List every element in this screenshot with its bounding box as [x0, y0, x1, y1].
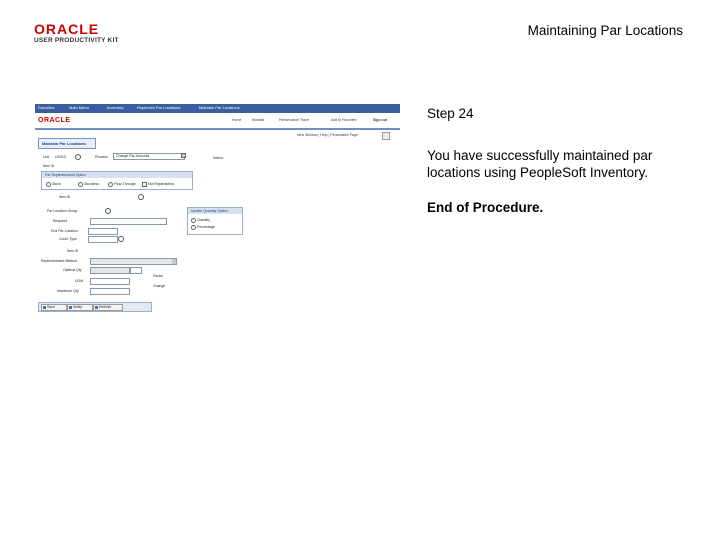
checkbox-not-replenished-label: Not Replenished	[148, 182, 174, 186]
factor-label: Factor	[153, 274, 163, 278]
par-location-group-search-icon[interactable]	[105, 208, 111, 214]
count-type-input[interactable]	[88, 236, 118, 243]
max-qty-input[interactable]	[90, 288, 130, 295]
unit-search-icon[interactable]	[75, 154, 81, 160]
process-label: Process	[95, 155, 108, 159]
refresh-button[interactable]: Refresh	[93, 304, 123, 311]
par-option-header: Par Replenishment Option	[45, 173, 87, 177]
optimal-qty-input[interactable]	[90, 267, 130, 274]
page-links[interactable]: New Window | Help | Personalize Page	[297, 133, 358, 137]
select-label: Select	[213, 156, 223, 160]
tab-maintain-par-locations[interactable]: Maintain Par Locations	[38, 138, 96, 149]
save-icon	[43, 306, 46, 309]
logo-brand: ORACLE	[34, 21, 100, 37]
update-option-header: Update Quantity Option	[191, 209, 228, 213]
item-id3-label: Item ID	[67, 249, 79, 253]
replenishment-method-label: Replenishment Method	[41, 259, 77, 263]
nav-maintain[interactable]: Maintain Par Locations	[199, 105, 240, 110]
process-value: Change Par Amounts	[116, 154, 150, 158]
required-input[interactable]	[90, 218, 167, 225]
required-label: Required	[53, 219, 68, 223]
optimal-qty-label: Optimal Qty	[63, 268, 82, 272]
button-bar: Save Notify Refresh	[38, 302, 152, 312]
uom-input[interactable]	[90, 278, 130, 285]
max-qty-label: Maximum Qty	[57, 289, 79, 293]
radio-percentage[interactable]	[191, 225, 196, 230]
chevron-down-icon	[172, 259, 176, 264]
radio-quantity-label: Quantity	[197, 218, 211, 222]
replenishment-method-select[interactable]	[90, 258, 177, 265]
unit-label: Unit	[43, 155, 50, 159]
document-title: Maintaining Par Locations	[527, 23, 683, 38]
radio-stockless-label: Stockless	[84, 182, 99, 186]
end-location-input[interactable]	[88, 228, 118, 235]
uom-label: UOM	[75, 279, 84, 283]
nav-inventory[interactable]: Inventory	[107, 105, 123, 110]
checkbox-not-replenished[interactable]	[142, 182, 147, 187]
radio-stock-label: Stock	[52, 182, 61, 186]
item-search-icon[interactable]	[138, 194, 144, 200]
radio-flow-through[interactable]	[108, 182, 113, 187]
process-select[interactable]: Change Par Amounts	[113, 153, 185, 160]
link-worklist[interactable]: Worklist	[252, 118, 264, 122]
app-brand-logo: ORACLE	[38, 117, 71, 124]
link-home[interactable]: Home	[232, 118, 241, 122]
step-number: Step 24	[427, 106, 474, 121]
item-id2-label: Item ID	[59, 195, 71, 199]
par-location-group-label: Par Location Group	[47, 209, 78, 213]
count-type-label: Count Type	[59, 237, 77, 241]
step-message: You have successfully maintained par loc…	[427, 148, 653, 180]
unit-value: US010	[55, 155, 66, 159]
radio-flow-through-label: Flow-Through	[114, 182, 136, 186]
refresh-icon	[95, 306, 98, 309]
tab-label: Maintain Par Locations	[42, 141, 86, 146]
breadcrumb-nav: Favorites Main Menu Inventory Replenish …	[35, 104, 400, 113]
end-of-procedure: End of Procedure.	[427, 200, 544, 215]
nav-favorites[interactable]: Favorites	[38, 105, 54, 110]
update-quantity-option-group: Update Quantity Option Quantity Percenta…	[187, 207, 243, 235]
notify-icon	[69, 306, 72, 309]
nav-replenish[interactable]: Replenish Par Locations	[137, 105, 180, 110]
save-button[interactable]: Save	[41, 304, 67, 311]
save-label: Save	[47, 305, 55, 309]
par-replenishment-option-group: Par Replenishment Option Stock Stockless…	[41, 171, 193, 190]
count-type-search-icon[interactable]	[118, 236, 124, 242]
refresh-label: Refresh	[99, 305, 112, 309]
upk-logo: ORACLE USER PRODUCTIVITY KIT	[34, 22, 134, 50]
link-sign-out[interactable]: Sign out	[373, 118, 387, 122]
page-options-icon[interactable]	[382, 132, 390, 140]
end-location-label: End Par Location	[51, 229, 78, 233]
application-screenshot: Favorites Main Menu Inventory Replenish …	[35, 104, 400, 314]
process-dropdown-icon[interactable]	[181, 153, 186, 158]
nav-main-menu[interactable]: Main Menu	[69, 105, 89, 110]
link-performance-trace[interactable]: Performance Trace	[279, 118, 309, 122]
notify-label: Notify	[73, 305, 82, 309]
radio-percentage-label: Percentage	[197, 225, 215, 229]
radio-stockless[interactable]	[78, 182, 83, 187]
header-divider	[35, 128, 400, 130]
notify-button[interactable]: Notify	[67, 304, 93, 311]
change-label: Change	[153, 284, 166, 288]
item-id-label: Item ID	[43, 164, 55, 168]
link-add-favorites[interactable]: Add to Favorites	[331, 118, 356, 122]
radio-quantity[interactable]	[191, 218, 196, 223]
optimal-qty-extra-input[interactable]	[130, 267, 142, 274]
logo-subtitle: USER PRODUCTIVITY KIT	[34, 37, 119, 44]
radio-stock[interactable]	[46, 182, 51, 187]
